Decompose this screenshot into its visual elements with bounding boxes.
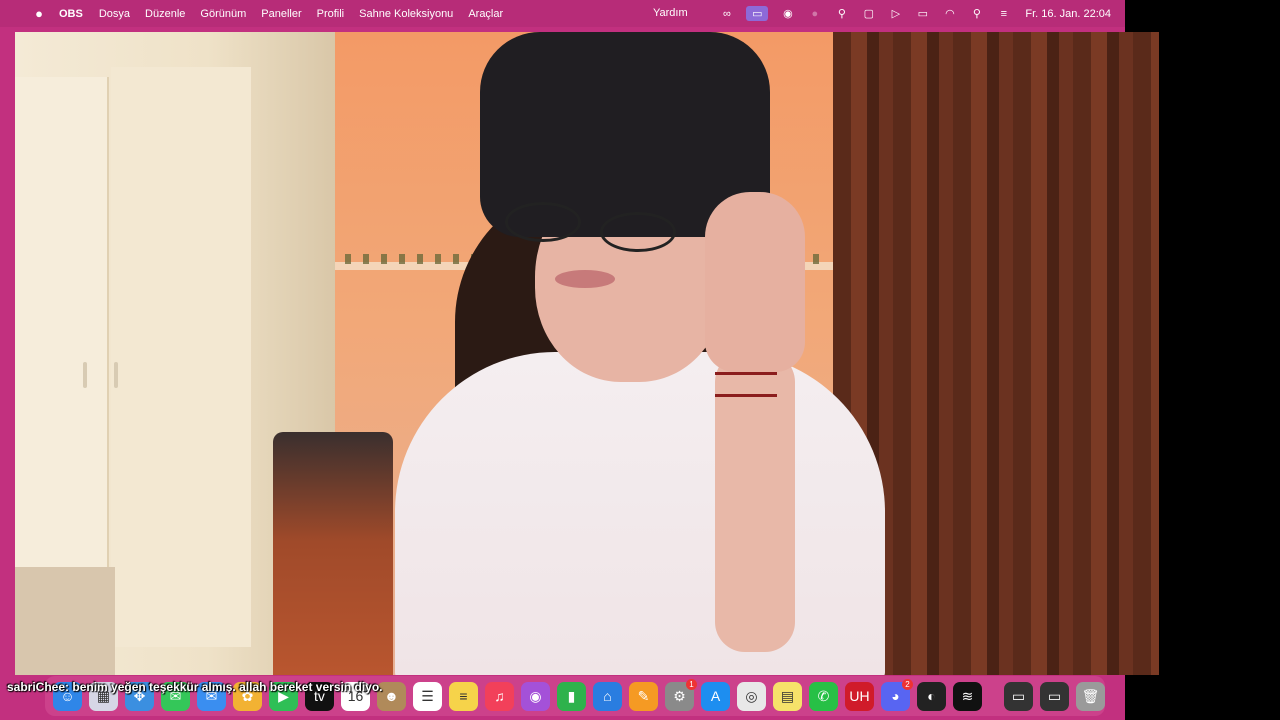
floor-box <box>15 567 115 675</box>
record-icon[interactable]: ● <box>807 6 822 21</box>
glasses-lens <box>505 202 581 242</box>
bracelet <box>715 372 777 375</box>
menu-araclar[interactable]: Araçlar <box>468 8 503 20</box>
wardrobe-door <box>111 67 251 647</box>
trash-icon[interactable]: 🗑 <box>1076 681 1105 711</box>
menu-paneller[interactable]: Paneller <box>261 8 301 20</box>
person-shirt <box>395 352 885 675</box>
chat-message: sabriChee: benim yeğen teşekkür almış. a… <box>7 680 383 694</box>
wardrobe-handle <box>114 362 118 388</box>
menu-clock[interactable]: Fr. 16. Jan. 22:04 <box>1025 8 1111 20</box>
menu-sahne-koleksiyonu[interactable]: Sahne Koleksiyonu <box>359 8 453 20</box>
menu-dosya[interactable]: Dosya <box>99 8 130 20</box>
obs-icon[interactable]: ◐ <box>917 681 946 711</box>
person-arm <box>715 352 795 652</box>
discord-icon[interactable]: ◕ 2 <box>881 678 913 711</box>
whatsapp-icon[interactable]: ✆ <box>809 681 838 711</box>
status-area: ∞ ▭ ◉ ● ⚲ ▢ ▷ ▭ ◠ ⚲ ≡ Fr. 16. Jan. 22:04 <box>719 0 1111 27</box>
window-preview-2-icon[interactable]: ▭ <box>1040 681 1069 711</box>
menu-yardim[interactable]: Yardım <box>653 7 688 19</box>
control-center-icon[interactable]: ≡ <box>996 6 1011 21</box>
music-icon[interactable]: ♫ <box>485 681 514 711</box>
spotify-icon[interactable]: ≋ <box>953 681 982 711</box>
creative-cloud-icon[interactable]: ∞ <box>719 6 734 21</box>
notification-badge: 1 <box>686 678 697 690</box>
webcam-video <box>15 32 1159 675</box>
antenna-icon[interactable]: ⚲ <box>834 6 849 21</box>
play-circle-icon[interactable]: ▷ <box>888 6 903 21</box>
search-icon[interactable]: ⚲ <box>969 6 984 21</box>
stickies-icon[interactable]: ▤ <box>773 681 802 711</box>
reminders-icon[interactable]: ☰ <box>413 681 442 711</box>
app-store-icon[interactable]: A <box>701 681 730 711</box>
app-menu-obs[interactable]: OBS <box>59 8 83 20</box>
uh-app-icon[interactable]: UH <box>845 681 874 711</box>
chat-username: sabriChee <box>7 680 66 694</box>
notes-icon[interactable]: ≡ <box>449 681 478 711</box>
chrome-icon[interactable]: ◎ <box>737 681 766 711</box>
apple-menu-icon[interactable]: ● <box>31 6 47 21</box>
menu-bar: ● OBS Dosya Düzenle Görünüm Paneller Pro… <box>0 0 1125 27</box>
chat-text: : benim yeğen teşekkür almış. allah bere… <box>65 680 383 694</box>
battery-icon[interactable]: ▭ <box>915 6 930 21</box>
system-settings-icon[interactable]: ⚙ 1 <box>665 678 697 711</box>
screen-share-icon[interactable]: ▭ <box>746 6 769 21</box>
menu-duzenle[interactable]: Düzenle <box>145 8 185 20</box>
person-hand <box>705 192 805 372</box>
eye-icon[interactable]: ◉ <box>780 6 795 21</box>
window-icon[interactable]: ▢ <box>861 6 876 21</box>
menu-gorunum[interactable]: Görünüm <box>200 8 246 20</box>
chair <box>273 432 393 675</box>
wardrobe-door <box>15 77 109 637</box>
wifi-icon[interactable]: ◠ <box>942 6 957 21</box>
podcasts-icon[interactable]: ◉ <box>521 681 550 711</box>
window-preview-1-icon[interactable]: ▭ <box>1004 681 1033 711</box>
wardrobe-handle <box>83 362 87 388</box>
bracelet <box>715 394 777 397</box>
numbers-icon[interactable]: ▮ <box>557 681 586 711</box>
keynote-icon[interactable]: ⌂ <box>593 681 622 711</box>
menu-profili[interactable]: Profili <box>317 8 345 20</box>
person-lips <box>555 270 615 288</box>
notification-badge: 2 <box>902 678 913 690</box>
pages-icon[interactable]: ✎ <box>629 681 658 711</box>
glasses-lens <box>600 212 676 252</box>
